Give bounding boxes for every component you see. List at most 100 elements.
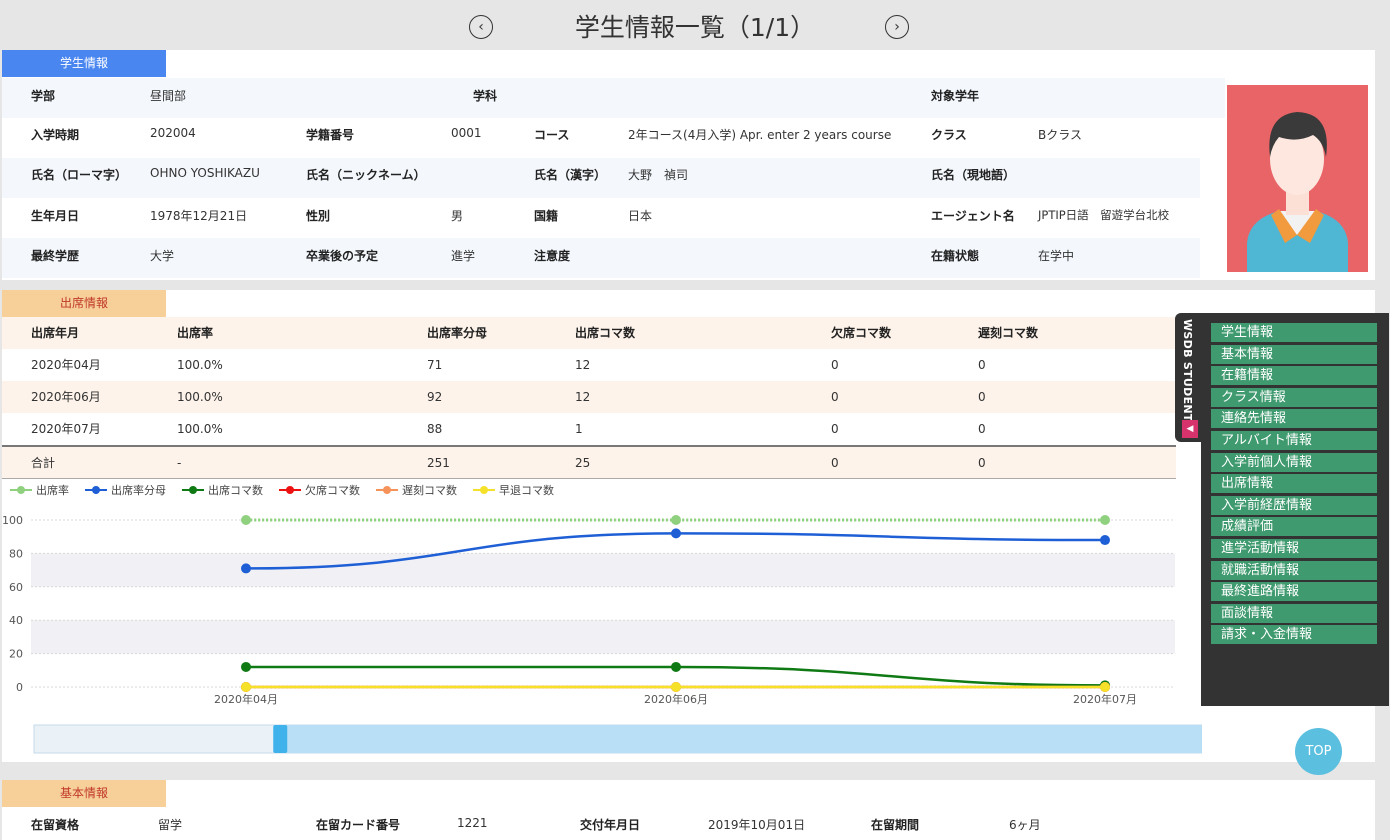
next-page-button[interactable]: › xyxy=(885,15,909,39)
issue-value: 2019年10月01日 xyxy=(708,818,806,832)
student-info-panel: 学生情報 学部 昼間部 学科 対象学年 入学時期 202004 学籍番号 000… xyxy=(2,50,1375,280)
x-tick-label: 2020年06月 xyxy=(644,692,708,706)
grid-band xyxy=(31,553,1175,587)
sidebar-item-2[interactable]: 基本情報 xyxy=(1211,344,1377,364)
legend-marker-icon xyxy=(286,486,294,494)
name-kanji-label: 氏名（漢字） xyxy=(534,168,607,182)
cell-absent: 0 xyxy=(831,422,839,436)
cell-month: 2020年07月 xyxy=(31,422,101,436)
card-value: 1221 xyxy=(457,816,488,830)
cell-rate: 100.0% xyxy=(177,390,223,404)
zoom-selection xyxy=(280,725,1202,753)
data-point xyxy=(671,528,681,539)
card-label: 在留カード番号 xyxy=(316,818,401,832)
student-info-section-tab[interactable]: 学生情報 xyxy=(2,50,166,77)
sidebar-item-11[interactable]: 進学活動情報 xyxy=(1211,539,1377,558)
legend-marker-icon xyxy=(92,486,100,494)
education-label: 最終学歴 xyxy=(31,249,80,263)
data-point xyxy=(241,661,251,672)
legend-label: 出席コマ数 xyxy=(208,483,263,497)
sidebar-item-10[interactable]: 成績評価 xyxy=(1211,517,1377,537)
data-point xyxy=(1100,515,1110,525)
legend-label: 早退コマ数 xyxy=(499,484,554,497)
student-no-value: 0001 xyxy=(451,126,482,140)
gender-label: 性別 xyxy=(306,209,331,223)
sidebar-brand-label: WSDB STUDENT xyxy=(1181,319,1194,422)
data-point xyxy=(1100,682,1110,692)
nickname-label: 氏名（ニックネーム） xyxy=(306,168,426,182)
student-no-label: 学籍番号 xyxy=(306,128,355,142)
sidebar-item-8[interactable]: 出席情報 xyxy=(1211,474,1377,494)
data-point xyxy=(671,661,681,672)
total-absent: 0 xyxy=(831,456,839,470)
col-attended-header: 出席コマ数 xyxy=(575,326,636,340)
zoom-handle-left xyxy=(273,725,288,753)
total-denominator: 251 xyxy=(427,456,450,470)
name-roman-label: 氏名（ローマ字） xyxy=(31,168,128,182)
cell-denominator: 71 xyxy=(427,358,443,372)
faculty-value: 昼間部 xyxy=(150,89,187,103)
basic-info-section-tab[interactable]: 基本情報 xyxy=(2,780,166,807)
period-label: 在留期間 xyxy=(871,818,920,832)
x-tick-label: 2020年07月 xyxy=(1073,692,1137,706)
sidebar-item-1[interactable]: 学生情報 xyxy=(1211,323,1377,342)
legend-label: 遅刻コマ数 xyxy=(402,483,457,497)
table-row: 2020年04月 100.0% 71 12 0 0 xyxy=(2,349,1176,381)
col-absent-header: 欠席コマ数 xyxy=(831,326,892,340)
sidebar-item-14[interactable]: 面談情報 xyxy=(1211,603,1377,623)
sidebar-toggle-tab[interactable]: WSDB STUDENT ◀ xyxy=(1175,313,1201,442)
legend-marker-icon xyxy=(480,486,488,494)
sidebar-item-9[interactable]: 入学前経歴情報 xyxy=(1211,495,1377,515)
enroll-period-label: 入学時期 xyxy=(31,128,80,142)
data-point xyxy=(1100,535,1110,546)
cell-denominator: 92 xyxy=(427,390,443,404)
birthdate-label: 生年月日 xyxy=(31,209,80,223)
name-kanji-value: 大野 禎司 xyxy=(628,168,689,182)
data-point xyxy=(671,515,681,525)
name-roman-value: OHNO YOSHIKAZU xyxy=(150,166,260,180)
caret-left-icon[interactable]: ◀ xyxy=(1182,420,1198,438)
y-tick-label: 0 xyxy=(16,681,23,694)
table-row: 2020年06月 100.0% 92 12 0 0 xyxy=(2,381,1176,413)
col-late-header: 遅刻コマ数 xyxy=(978,326,1039,340)
total-row: 合計 - 251 25 0 0 xyxy=(2,445,1176,479)
department-label: 学科 xyxy=(473,89,498,103)
y-tick-label: 20 xyxy=(9,648,23,661)
data-point xyxy=(671,682,681,692)
y-tick-label: 80 xyxy=(9,547,23,560)
cell-rate: 100.0% xyxy=(177,358,223,372)
scroll-top-button[interactable]: TOP xyxy=(1295,728,1342,775)
nationality-label: 国籍 xyxy=(534,209,559,223)
legend-label: 欠席コマ数 xyxy=(305,483,360,497)
sidebar-item-6[interactable]: アルバイト情報 xyxy=(1211,431,1377,450)
education-value: 大学 xyxy=(150,249,175,263)
period-value: 6ヶ月 xyxy=(1009,818,1041,832)
legend-label: 出席率 xyxy=(36,483,69,497)
plan-value: 進学 xyxy=(451,249,476,263)
cell-late: 0 xyxy=(978,390,986,404)
basic-info-panel: 基本情報 在留資格 留学 在留カード番号 1221 交付年月日 2019年10月… xyxy=(2,780,1375,840)
grid-band xyxy=(31,620,1175,654)
attendance-section-tab[interactable]: 出席情報 xyxy=(2,290,166,317)
sidebar-item-13[interactable]: 最終進路情報 xyxy=(1211,582,1377,602)
cell-late: 0 xyxy=(978,358,986,372)
cell-absent: 0 xyxy=(831,358,839,372)
visa-value: 留学 xyxy=(158,818,183,832)
col-month-header: 出席年月 xyxy=(31,326,80,340)
sidebar-item-5[interactable]: 連絡先情報 xyxy=(1211,409,1377,429)
sidebar-item-7[interactable]: 入学前個人情報 xyxy=(1211,452,1377,472)
y-tick-label: 60 xyxy=(9,581,23,594)
sidebar-item-3[interactable]: 在籍情報 xyxy=(1211,366,1377,386)
sidebar-item-4[interactable]: クラス情報 xyxy=(1211,387,1377,407)
sidebar-item-12[interactable]: 就職活動情報 xyxy=(1211,560,1377,580)
info-row-stripe xyxy=(2,238,1200,278)
y-tick-label: 100 xyxy=(2,514,23,527)
attendance-panel: 出席情報 出席年月 出席率 出席率分母 出席コマ数 欠席コマ数 遅刻コマ数 20… xyxy=(2,290,1375,762)
avatar xyxy=(1227,85,1368,272)
course-value: 2年コース(4月入学) Apr. enter 2 years course xyxy=(628,128,892,142)
class-value: Bクラス xyxy=(1038,128,1082,142)
page-title: 学生情報一覧（1/1） xyxy=(574,13,816,42)
sidebar-item-15[interactable]: 請求・入金情報 xyxy=(1211,625,1377,645)
agent-value: JPTIP日語 留遊学台北校 xyxy=(1038,208,1170,222)
legend-marker-icon xyxy=(383,486,391,494)
